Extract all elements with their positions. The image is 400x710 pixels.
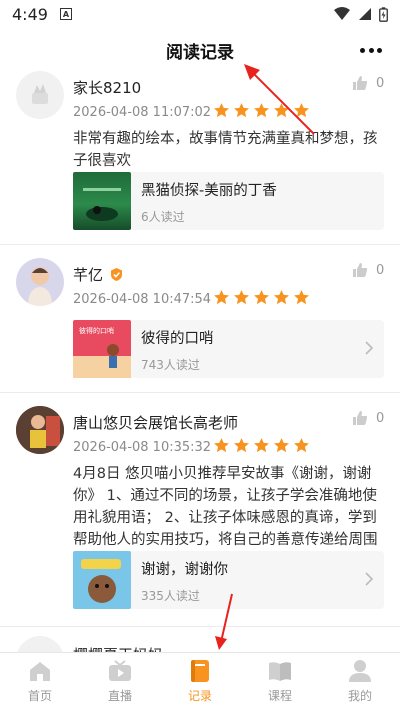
cellular-signal-icon: [359, 8, 371, 20]
post-time: 2026-04-08 10:47:54: [73, 292, 212, 307]
status-time: 4:49: [12, 4, 48, 24]
author-name-text: 家长8210: [73, 79, 142, 97]
author-name-text: 唐山悠贝会展馆长高老师: [73, 414, 239, 432]
default-avatar-icon: [32, 84, 48, 104]
wifi-icon: [334, 7, 350, 20]
post-text: 4月8日 悠贝喵小贝推荐早安故事《谢谢，谢谢你》 1、通过不同的场景，让孩子学会…: [73, 466, 378, 548]
chevron-right-icon: [365, 572, 374, 586]
star-icon: [254, 290, 269, 305]
avatar[interactable]: [16, 406, 64, 454]
rating-stars: [213, 437, 310, 454]
post-time: 2026-04-08 10:35:32: [73, 440, 212, 455]
tv-icon: [109, 660, 131, 681]
book-card[interactable]: 彼得的口哨 彼得的口哨 743人读过: [73, 320, 384, 378]
home-icon: [30, 662, 50, 681]
star-icon: [274, 290, 289, 305]
thank-you-cover-art: [81, 559, 121, 603]
book-cover: [73, 551, 131, 609]
star-icon: [254, 438, 269, 453]
record-post: 唐山悠贝会展馆长高老师 2026-04-08 10:35:32 0 4月8日 悠…: [0, 406, 400, 610]
verified-badge-icon: [111, 268, 123, 281]
status-bar: 4:49 A: [0, 0, 400, 28]
author-name-text: 芊亿: [73, 266, 104, 284]
book-read-count: 6人读过: [141, 210, 185, 224]
divider: [0, 392, 400, 393]
chevron-right-icon: [365, 341, 374, 355]
star-icon: [294, 438, 309, 453]
star-icon: [274, 438, 289, 453]
star-icon: [234, 290, 249, 305]
book-cover: 彼得的口哨: [73, 320, 131, 378]
rating-stars: [213, 289, 310, 306]
book-read-count: 743人读过: [141, 358, 200, 372]
more-options-button[interactable]: [360, 40, 382, 60]
tab-label: 我的: [347, 689, 372, 703]
like-count: 0: [376, 262, 385, 278]
post-time: 2026-04-08 11:07:02: [73, 105, 212, 120]
author-name: 芊亿: [73, 264, 124, 285]
like-count: 0: [376, 410, 385, 426]
black-cat-cover-art: [83, 188, 121, 221]
divider: [0, 244, 400, 245]
author-name: 唐山悠贝会展馆长高老师: [73, 412, 238, 433]
star-icon: [214, 103, 229, 118]
like-button[interactable]: 0: [352, 262, 384, 278]
author-name: 樱樱夏天妈妈: [73, 644, 163, 652]
avatar[interactable]: [16, 636, 64, 652]
notification-a-icon: A: [59, 8, 72, 20]
tab-record[interactable]: 记录: [160, 653, 240, 710]
book-cover-title: 彼得的口哨: [79, 327, 114, 335]
book-title: 彼得的口哨: [141, 331, 214, 347]
record-post: 家长8210 2026-04-08 11:07:02 0 非常有趣的绘本，故事情…: [0, 71, 400, 241]
bottom-tab-bar: 首页 直播 记录 课程 我的: [0, 652, 400, 710]
post-text: 非常有趣的绘本，故事情节充满童真和梦想，孩子很喜欢: [73, 131, 378, 169]
record-post: 樱樱夏天妈妈: [0, 636, 400, 652]
tab-label: 课程: [267, 689, 292, 703]
tab-home[interactable]: 首页: [0, 653, 80, 710]
like-count: 0: [376, 75, 385, 91]
course-book-icon: [269, 662, 291, 681]
annotation-arrow-to-title: [244, 64, 315, 135]
author-name-text: 樱樱夏天妈妈: [73, 644, 163, 652]
book-card[interactable]: 黑猫侦探-美丽的丁香 6人读过: [73, 172, 384, 230]
book-cover: [73, 172, 131, 230]
like-button[interactable]: 0: [352, 75, 384, 91]
like-button[interactable]: 0: [352, 410, 384, 426]
tab-label: 记录: [187, 689, 212, 703]
thumbs-up-icon: [353, 76, 368, 90]
thumbs-up-icon: [353, 263, 368, 277]
book-title: 黑猫侦探-美丽的丁香: [141, 183, 277, 199]
book-title: 谢谢，谢谢你: [141, 562, 228, 578]
page-title: 阅读记录: [166, 42, 234, 63]
book-read-count: 335人读过: [141, 589, 200, 603]
more-dot-icon: [368, 47, 374, 53]
page-header: 阅读记录: [0, 28, 400, 72]
child-photo-avatar: [16, 406, 64, 454]
tab-label: 直播: [107, 689, 132, 703]
star-icon: [214, 290, 229, 305]
avatar[interactable]: [16, 258, 64, 306]
tab-label: 首页: [27, 689, 52, 703]
author-name: 家长8210: [73, 77, 141, 98]
tab-course[interactable]: 课程: [240, 653, 320, 710]
status-icons: [333, 6, 388, 22]
avatar[interactable]: [16, 71, 64, 119]
thumbs-up-icon: [353, 411, 368, 425]
divider: [0, 626, 400, 627]
star-icon: [294, 290, 309, 305]
tab-live[interactable]: 直播: [80, 653, 160, 710]
battery-icon: [379, 6, 388, 22]
star-icon: [234, 438, 249, 453]
star-icon: [214, 438, 229, 453]
more-dot-icon: [377, 47, 382, 53]
record-post: 芊亿 2026-04-08 10:47:54 0 彼得的口哨 彼得的口哨 743…: [0, 258, 400, 388]
annotation-arrow-to-record-tab: [215, 593, 233, 650]
more-dot-icon: [360, 47, 365, 53]
record-book-icon: [191, 660, 209, 682]
tab-mine[interactable]: 我的: [320, 653, 400, 710]
profile-icon: [349, 660, 371, 682]
baby-photo-avatar: [28, 267, 52, 306]
